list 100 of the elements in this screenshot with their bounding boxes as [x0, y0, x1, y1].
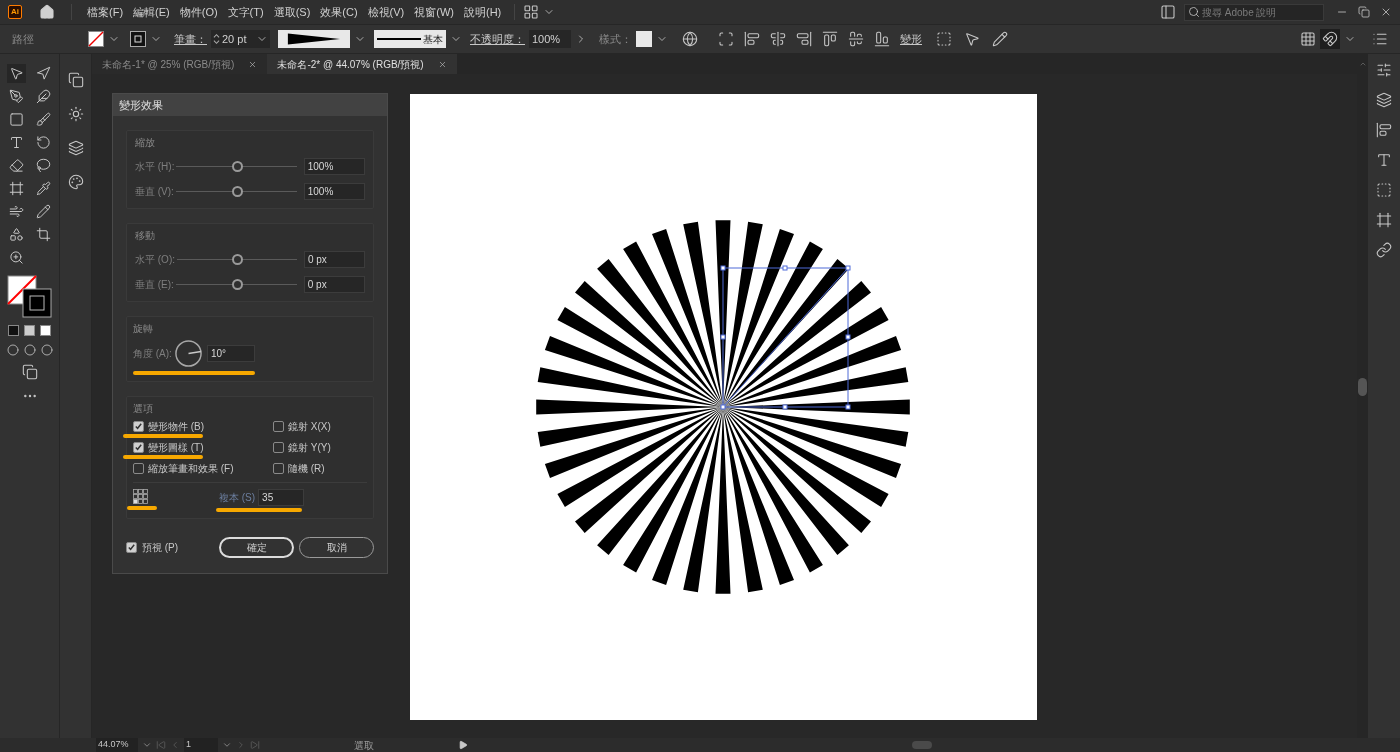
- draw-mode-icon[interactable]: [6, 344, 19, 356]
- document-tab[interactable]: 未命名-2* @ 44.07% (RGB/預視): [267, 54, 457, 74]
- checkbox[interactable]: [273, 420, 284, 432]
- style-swatch[interactable]: [636, 31, 652, 47]
- align-right-icon[interactable]: [796, 31, 812, 47]
- selection-arrow-icon[interactable]: [8, 66, 24, 81]
- draw-mode-icon[interactable]: [40, 344, 53, 356]
- zoom-field[interactable]: 44.07%: [96, 738, 138, 752]
- align-center-icon[interactable]: [770, 31, 786, 47]
- select-similar-icon[interactable]: [964, 31, 980, 47]
- color-mode-icon[interactable]: [8, 325, 19, 336]
- menu-item[interactable]: 效果(C): [315, 3, 363, 21]
- recolor-icon[interactable]: [682, 31, 698, 47]
- stroke-swatch[interactable]: [130, 31, 146, 47]
- slider-track[interactable]: [176, 279, 297, 290]
- checkbox[interactable]: [126, 542, 137, 553]
- app-logo[interactable]: Ai: [8, 5, 22, 19]
- menu-item[interactable]: 編輯(E): [128, 3, 175, 21]
- align-left-icon[interactable]: [744, 31, 760, 47]
- checkbox[interactable]: [273, 462, 284, 474]
- grid-icon[interactable]: [1300, 31, 1316, 47]
- ok-button[interactable]: 確定: [219, 537, 294, 558]
- chevron-down-icon[interactable]: [142, 740, 152, 750]
- slider-track[interactable]: [176, 186, 297, 197]
- type-tool-icon[interactable]: [8, 135, 24, 150]
- menu-item[interactable]: 選取(S): [268, 3, 316, 21]
- slider-thumb[interactable]: [231, 186, 243, 197]
- pen-tool-icon[interactable]: [8, 89, 24, 104]
- restore-icon[interactable]: [1358, 6, 1370, 18]
- crop-tool-icon[interactable]: [35, 227, 51, 242]
- color-mode-icon[interactable]: [40, 325, 51, 336]
- chevron-down-icon[interactable]: [222, 740, 232, 750]
- value-field[interactable]: 0 px: [303, 251, 365, 268]
- direct-selection-arrow-icon[interactable]: [35, 66, 51, 81]
- sun-icon[interactable]: [67, 106, 84, 122]
- shape-builder-icon[interactable]: [8, 227, 24, 242]
- properties-icon[interactable]: [1376, 62, 1392, 78]
- align-middle-icon[interactable]: [848, 31, 864, 47]
- transform-icon[interactable]: [1376, 182, 1392, 198]
- align-icon[interactable]: [1376, 122, 1392, 138]
- stroke-weight-field[interactable]: 20 pt: [211, 30, 270, 48]
- search-field[interactable]: 搜尋 Adobe 說明: [1184, 3, 1324, 21]
- curvature-pen-icon[interactable]: [35, 89, 51, 104]
- workspace-icon[interactable]: [523, 4, 540, 20]
- value-field[interactable]: 0 px: [303, 276, 365, 293]
- shape-icon[interactable]: [718, 31, 734, 47]
- slider-track[interactable]: [177, 254, 297, 265]
- slider-thumb[interactable]: [231, 254, 243, 265]
- fill-stroke-swatches[interactable]: [6, 275, 53, 319]
- play-icon[interactable]: [458, 740, 468, 750]
- isolate-icon[interactable]: [936, 31, 952, 47]
- artboard-field[interactable]: 1: [184, 738, 218, 752]
- angle-field[interactable]: 10°: [206, 345, 255, 362]
- checkbox[interactable]: [133, 462, 144, 474]
- draw-mode-icon[interactable]: [23, 344, 36, 356]
- selection-box[interactable]: [720, 265, 851, 410]
- checkbox[interactable]: [133, 420, 144, 432]
- scrollbar-thumb[interactable]: [1358, 378, 1367, 396]
- close-icon[interactable]: [248, 59, 258, 69]
- close-icon[interactable]: [437, 59, 447, 69]
- stroke-label[interactable]: 筆畫：: [174, 30, 207, 48]
- menu-item[interactable]: 視窗(W): [409, 3, 459, 21]
- value-field[interactable]: 100%: [303, 158, 365, 175]
- layers-icon[interactable]: [1376, 92, 1392, 108]
- eraser-icon[interactable]: [8, 158, 24, 173]
- arrowhead-dropdown[interactable]: [278, 30, 350, 48]
- menu-item[interactable]: 檢視(V): [362, 3, 410, 21]
- menu-item[interactable]: 文字(T): [222, 3, 269, 21]
- opacity-label[interactable]: 不透明度：: [470, 30, 525, 48]
- menu-icon[interactable]: [1372, 31, 1388, 47]
- scrollbar-thumb[interactable]: [912, 741, 932, 749]
- edit-icon[interactable]: [992, 31, 1008, 47]
- menu-item[interactable]: 檔案(F): [82, 3, 129, 21]
- warp-tool-icon[interactable]: [8, 204, 24, 219]
- paintbrush-icon[interactable]: [35, 112, 51, 127]
- artboards-icon[interactable]: [67, 72, 84, 88]
- pencil-icon[interactable]: [35, 204, 51, 219]
- profile-dropdown[interactable]: 基本: [374, 30, 446, 48]
- checkbox[interactable]: [133, 441, 144, 453]
- home-icon[interactable]: [39, 4, 55, 20]
- copies-field[interactable]: 35: [258, 489, 305, 506]
- zoom-tool-icon[interactable]: [8, 250, 24, 265]
- rectangle-tool-icon[interactable]: [8, 112, 24, 127]
- lasso-icon[interactable]: [35, 158, 51, 173]
- checkbox[interactable]: [273, 441, 284, 453]
- palette-icon[interactable]: [67, 174, 84, 190]
- value-field[interactable]: 100%: [303, 183, 365, 200]
- menu-item[interactable]: 說明(H): [459, 3, 507, 21]
- opacity-field[interactable]: 100%: [529, 30, 571, 48]
- menu-item[interactable]: 物件(O): [174, 3, 223, 21]
- angle-dial[interactable]: [173, 339, 203, 368]
- rotate-tool-icon[interactable]: [35, 135, 51, 150]
- close-icon[interactable]: [1380, 6, 1392, 18]
- links-icon[interactable]: [1376, 242, 1392, 258]
- panel-icon[interactable]: [1160, 4, 1176, 20]
- color-mode-icon[interactable]: [24, 325, 35, 336]
- transform-link[interactable]: 變形: [900, 30, 922, 48]
- slider-track[interactable]: [176, 161, 297, 172]
- align-top-icon[interactable]: [822, 31, 838, 47]
- character-icon[interactable]: [1376, 152, 1392, 168]
